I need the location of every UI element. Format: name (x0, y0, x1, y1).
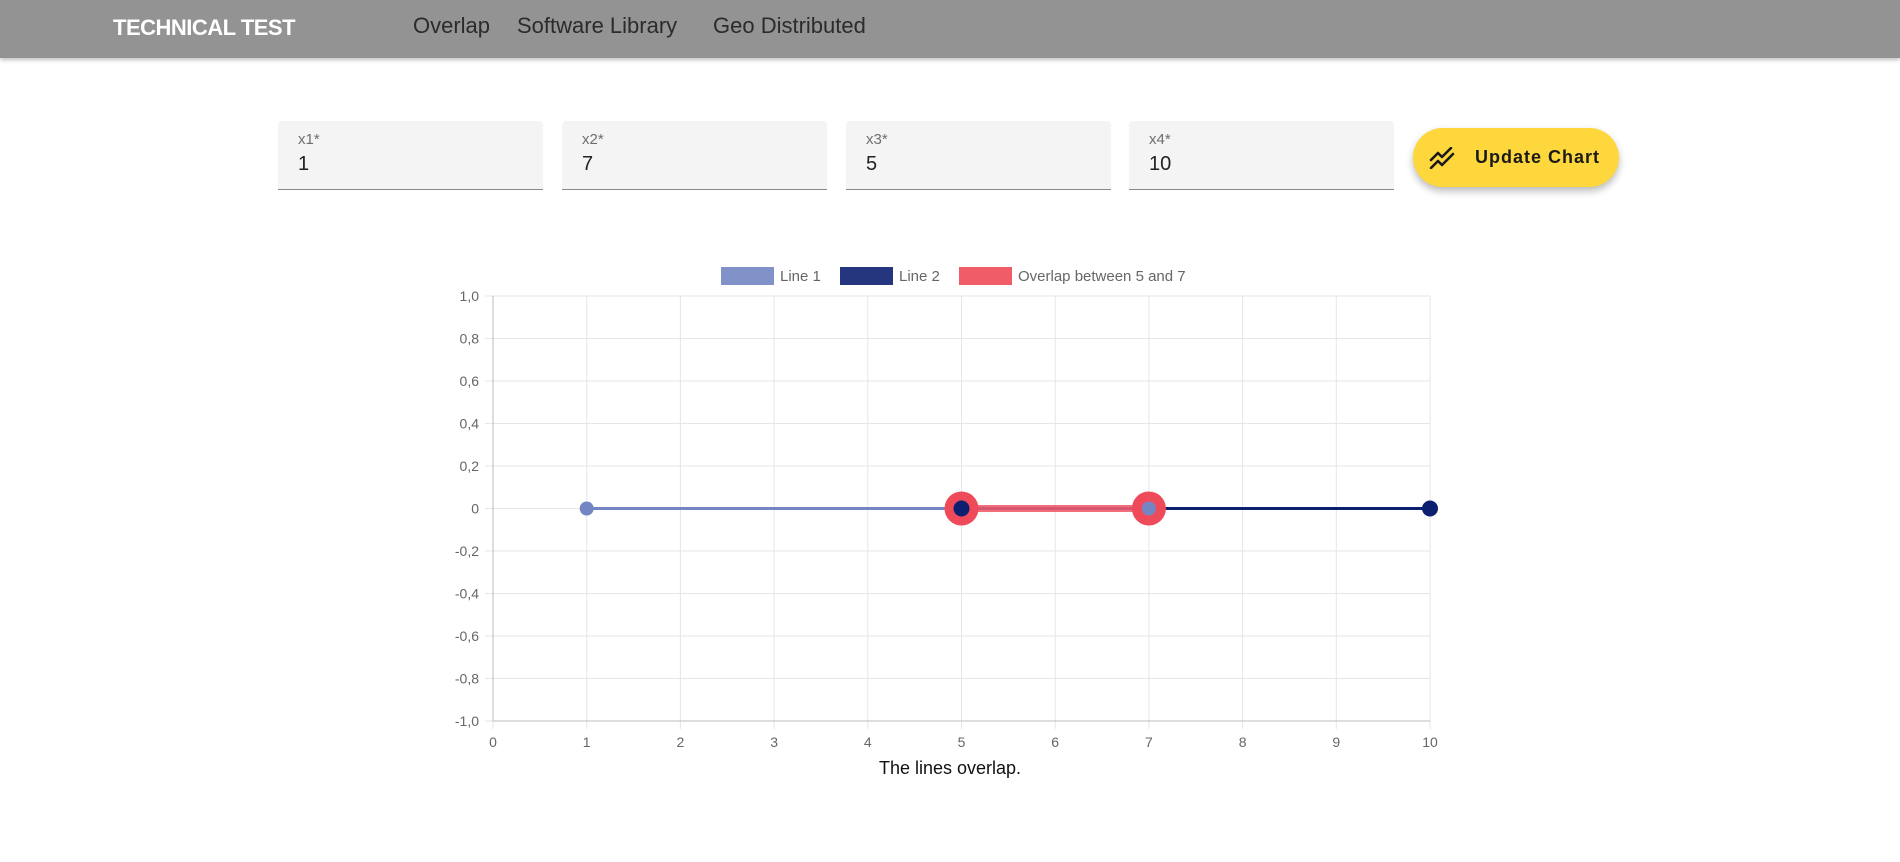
line-2-point (1422, 500, 1438, 517)
line-1-point (579, 501, 594, 516)
y-tick-label: 0,8 (460, 331, 480, 347)
legend-swatch (959, 267, 1012, 285)
legend-label: Line 1 (780, 268, 821, 285)
result-message: The lines overlap. (878, 758, 1022, 778)
line-1-point (1141, 501, 1156, 516)
overlap-chart: 0 1 2 3 4 5 6 7 8 9 10 1,0 0,8 0,6 0,4 0,2 0 -0,2 -0,4 -0,6… (455, 267, 1438, 750)
x-tick-label: 1 (583, 734, 591, 750)
x-tick-label: 5 (958, 734, 966, 750)
x-tick-label: 2 (677, 734, 685, 750)
y-tick-label: 0,4 (460, 416, 480, 432)
legend-swatch (840, 267, 893, 285)
legend-swatch (721, 267, 774, 285)
x-tick-label: 3 (770, 734, 778, 750)
y-tick-label: -0,6 (455, 628, 479, 644)
x-tick-label: 10 (1422, 734, 1438, 750)
x-tick-label: 4 (864, 734, 872, 750)
line-2-point (953, 500, 970, 517)
x-tick-label: 7 (1145, 734, 1153, 750)
y-tick-label: 0 (471, 501, 479, 517)
y-tick-label: -0,4 (455, 586, 479, 602)
y-tick-label: 0,6 (460, 373, 480, 389)
y-tick-label: -0,8 (455, 671, 479, 687)
y-tick-label: 0,2 (460, 458, 480, 474)
x-tick-label: 9 (1332, 734, 1340, 750)
y-tick-label: -0,2 (455, 543, 479, 559)
legend-label: Line 2 (899, 268, 940, 285)
x-tick-label: 6 (1051, 734, 1059, 750)
x-tick-label: 8 (1239, 734, 1247, 750)
y-tick-label: -1,0 (455, 713, 479, 729)
legend-label: Overlap between 5 and 7 (1018, 268, 1186, 285)
x-tick-label: 0 (489, 734, 497, 750)
y-tick-label: 1,0 (460, 288, 480, 304)
